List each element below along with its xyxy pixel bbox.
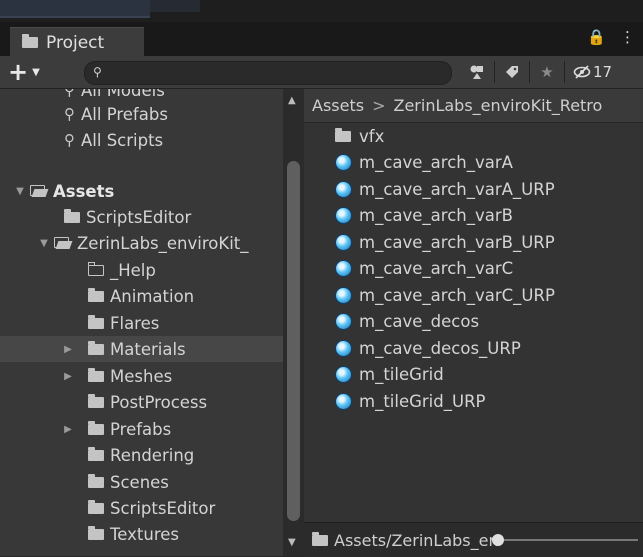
hidden-packages-count: 17 xyxy=(593,63,613,81)
plus-icon: + xyxy=(8,58,29,86)
tree-item-help[interactable]: _Help xyxy=(0,257,283,283)
zoom-slider-knob[interactable] xyxy=(492,534,504,546)
folder-icon xyxy=(88,446,104,461)
search-field[interactable]: ⚲ xyxy=(84,61,452,85)
folder-icon xyxy=(88,314,104,329)
folder-icon xyxy=(88,499,104,514)
tree-item-zerinlabs[interactable]: ▼ ZerinLabs_enviroKit_ xyxy=(0,230,283,256)
search-icon: ⚲ xyxy=(64,89,75,99)
folder-icon xyxy=(64,208,80,223)
tree-item-rendering[interactable]: Rendering xyxy=(0,442,283,468)
folder-icon xyxy=(88,473,104,488)
asset-item[interactable]: m_tileGrid_URP xyxy=(304,388,643,415)
asset-item[interactable]: m_cave_arch_varA xyxy=(304,150,643,177)
tree-item-scenes[interactable]: Scenes xyxy=(0,469,283,495)
tree-item-textures[interactable]: Textures xyxy=(0,521,283,547)
material-sphere-icon xyxy=(334,154,352,172)
tree-scrollbar[interactable]: ▲ ▼ xyxy=(283,89,304,556)
kebab-menu-icon[interactable]: ⋮ xyxy=(620,28,635,46)
chevron-down-icon: ▼ xyxy=(32,66,40,78)
material-sphere-icon xyxy=(334,286,352,304)
folder-outline-icon xyxy=(87,261,104,276)
scroll-down-arrow-icon[interactable]: ▼ xyxy=(288,537,296,548)
project-toolbar: + ▼ ⚲ ★ 17 xyxy=(0,56,643,89)
material-sphere-icon xyxy=(334,392,352,410)
asset-item[interactable]: m_tileGrid xyxy=(304,362,643,389)
asset-item-vfx[interactable]: vfx xyxy=(304,123,643,150)
material-sphere-icon xyxy=(334,207,352,225)
selected-path: Assets/ZerinLabs_en xyxy=(334,530,499,550)
folder-tree: ⚲ All Models ⚲ All Prefabs ⚲ All Scripts… xyxy=(0,89,283,556)
tree-item-scriptseditor-2[interactable]: ScriptsEditor xyxy=(0,495,283,521)
scene-view-strip xyxy=(0,0,643,22)
zoom-slider[interactable] xyxy=(492,534,638,546)
folder-icon xyxy=(88,393,104,408)
material-sphere-icon xyxy=(334,313,352,331)
tree-item-prefabs[interactable]: ▶ Prefabs xyxy=(0,416,283,442)
asset-browser: Assets > ZerinLabs_enviroKit_Retro vfx m… xyxy=(304,89,643,557)
scroll-up-arrow-icon[interactable]: ▲ xyxy=(288,95,296,106)
lock-icon[interactable]: 🔒 xyxy=(587,28,606,46)
hidden-packages-icon[interactable]: 17 xyxy=(567,60,612,84)
tree-item-scriptseditor[interactable]: ScriptsEditor xyxy=(0,204,283,230)
material-sphere-icon xyxy=(334,180,352,198)
expand-arrow-icon[interactable]: ▼ xyxy=(38,238,50,249)
breadcrumb-assets[interactable]: Assets xyxy=(312,96,364,115)
folder-icon xyxy=(88,287,104,302)
status-bar: Assets/ZerinLabs_en xyxy=(304,522,643,557)
breadcrumb-separator: > xyxy=(372,96,386,115)
tree-item-flares[interactable]: Flares xyxy=(0,310,283,336)
scene-view-fragment xyxy=(0,0,150,18)
tree-item-materials[interactable]: ▶ Materials xyxy=(0,336,283,362)
create-button[interactable]: + ▼ xyxy=(8,59,40,85)
folder-icon xyxy=(88,367,104,382)
folder-icon xyxy=(312,531,328,546)
folder-icon xyxy=(88,525,104,540)
collapse-arrow-icon[interactable]: ▶ xyxy=(62,344,74,355)
asset-item[interactable]: m_cave_arch_varC xyxy=(304,256,643,283)
material-sphere-icon xyxy=(334,260,352,278)
search-icon: ⚲ xyxy=(64,105,75,123)
asset-item[interactable]: m_cave_arch_varB_URP xyxy=(304,229,643,256)
collapse-arrow-icon[interactable]: ▶ xyxy=(62,371,74,382)
tree-scrollbar-thumb[interactable] xyxy=(287,161,300,521)
tree-item-postprocess[interactable]: PostProcess xyxy=(0,389,283,415)
asset-item[interactable]: m_cave_arch_varA_URP xyxy=(304,176,643,203)
tree-item-animation[interactable]: Animation xyxy=(0,283,283,309)
folder-icon xyxy=(88,340,104,355)
tree-item-assets[interactable]: ▼ Assets xyxy=(0,178,283,204)
search-by-label-icon[interactable] xyxy=(497,60,527,84)
expand-arrow-icon[interactable]: ▼ xyxy=(14,186,26,197)
tab-project[interactable]: Project xyxy=(10,27,144,57)
collapse-arrow-icon[interactable]: ▶ xyxy=(62,424,74,435)
folder-open-icon xyxy=(54,237,71,249)
search-icon: ⚲ xyxy=(64,131,75,149)
folder-icon xyxy=(88,420,104,435)
breadcrumb: Assets > ZerinLabs_enviroKit_Retro xyxy=(304,89,643,123)
favorites-star-icon[interactable]: ★ xyxy=(532,60,562,84)
search-input[interactable] xyxy=(111,64,445,84)
search-by-type-icon[interactable] xyxy=(462,60,492,84)
asset-item[interactable]: m_cave_arch_varB xyxy=(304,203,643,230)
folder-open-icon xyxy=(30,185,47,197)
tree-item-all-scripts[interactable]: ⚲ All Scripts xyxy=(0,127,283,153)
asset-item[interactable]: m_cave_decos xyxy=(304,309,643,336)
window-tab-bar: Project 🔒 ⋮ xyxy=(0,22,643,57)
search-icon: ⚲ xyxy=(93,65,102,79)
breadcrumb-current[interactable]: ZerinLabs_enviroKit_Retro xyxy=(393,96,602,115)
asset-item[interactable]: m_cave_arch_varC_URP xyxy=(304,282,643,309)
tree-item-all-prefabs[interactable]: ⚲ All Prefabs xyxy=(0,101,283,127)
material-sphere-icon xyxy=(334,339,352,357)
folder-icon xyxy=(335,127,351,142)
material-sphere-icon xyxy=(334,366,352,384)
asset-item[interactable]: m_cave_decos_URP xyxy=(304,335,643,362)
scene-view-fragment xyxy=(150,0,200,12)
material-sphere-icon xyxy=(334,233,352,251)
tree-item-meshes[interactable]: ▶ Meshes xyxy=(0,363,283,389)
folder-icon xyxy=(22,34,38,48)
asset-list: vfx m_cave_arch_varA m_cave_arch_varA_UR… xyxy=(304,123,643,415)
tab-project-label: Project xyxy=(46,32,105,53)
